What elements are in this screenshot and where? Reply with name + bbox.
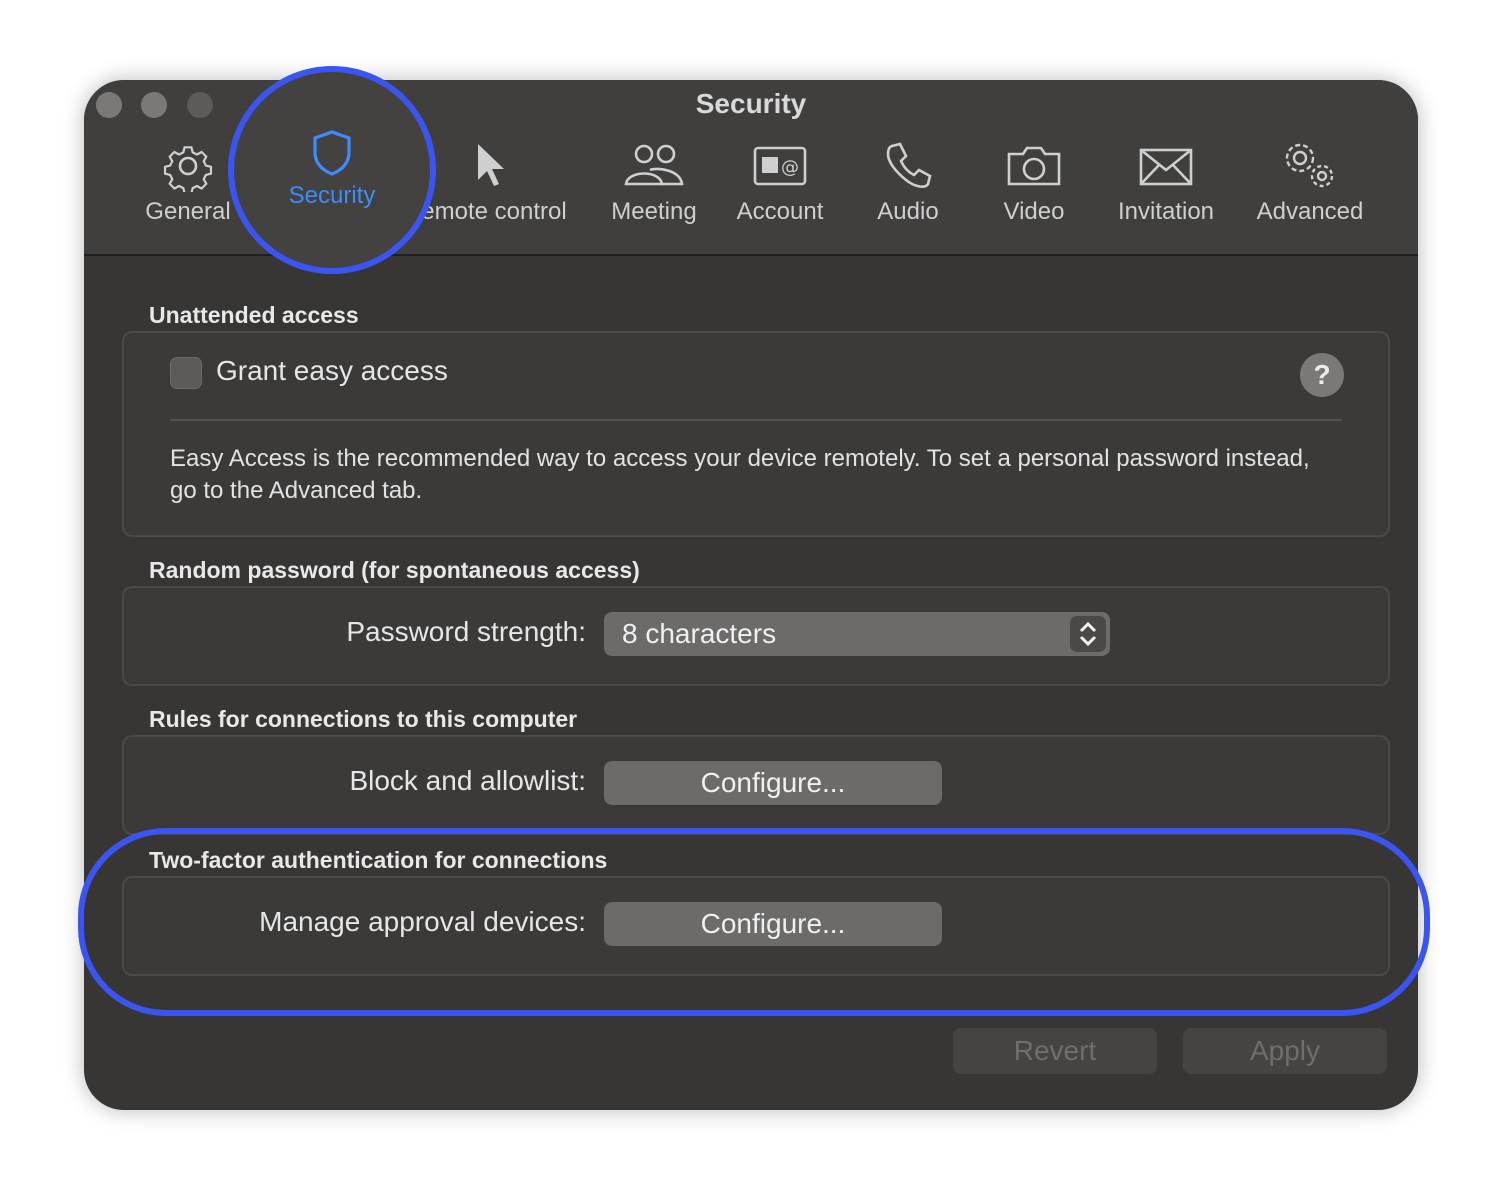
block-allowlist-label: Block and allowlist: bbox=[349, 765, 586, 796]
tab-security-label: Security bbox=[288, 182, 376, 209]
tab-general-label: General bbox=[145, 198, 231, 225]
random-password-group: Password strength: 8 characters bbox=[122, 586, 1390, 686]
password-strength-label: Password strength: bbox=[346, 616, 586, 647]
phone-icon bbox=[886, 142, 932, 188]
apply-button[interactable]: Apply bbox=[1183, 1028, 1387, 1074]
rules-group: Block and allowlist: Configure... bbox=[122, 735, 1390, 835]
password-strength-select[interactable]: 8 characters bbox=[604, 612, 1110, 656]
tab-account[interactable]: @ Account bbox=[730, 140, 830, 240]
contact-card-icon: @ bbox=[753, 146, 807, 186]
tab-advanced[interactable]: Advanced bbox=[1248, 140, 1372, 240]
unattended-access-heading: Unattended access bbox=[149, 302, 359, 328]
divider bbox=[170, 419, 1342, 421]
gears-icon bbox=[1285, 143, 1334, 188]
grant-easy-access-checkbox[interactable] bbox=[170, 357, 202, 389]
tab-audio-label: Audio bbox=[877, 198, 939, 225]
pointer-icon bbox=[478, 144, 504, 186]
rules-heading: Rules for connections to this computer bbox=[149, 706, 578, 732]
people-icon bbox=[624, 144, 684, 186]
two-factor-highlight bbox=[78, 828, 1430, 1016]
chevron-updown-icon bbox=[1070, 616, 1106, 652]
tab-video[interactable]: Video bbox=[984, 140, 1084, 240]
revert-button[interactable]: Revert bbox=[953, 1028, 1157, 1074]
grant-easy-access-label[interactable]: Grant easy access bbox=[216, 355, 448, 387]
password-strength-value: 8 characters bbox=[622, 618, 777, 649]
tab-video-label: Video bbox=[1003, 198, 1065, 225]
block-allowlist-configure-button[interactable]: Configure... bbox=[604, 761, 942, 805]
envelope-icon bbox=[1139, 148, 1193, 186]
tab-audio[interactable]: Audio bbox=[858, 140, 958, 240]
security-tab-highlight[interactable]: Security bbox=[228, 66, 436, 274]
tab-meeting-label: Meeting bbox=[611, 198, 697, 225]
help-button[interactable]: ? bbox=[1300, 353, 1344, 397]
random-password-heading: Random password (for spontaneous access) bbox=[149, 557, 640, 583]
easy-access-description: Easy Access is the recommended way to ac… bbox=[170, 445, 1310, 504]
camera-icon bbox=[1007, 146, 1061, 186]
gear-icon bbox=[163, 146, 213, 192]
tab-remote-control-label: emote control bbox=[421, 198, 567, 225]
tab-meeting[interactable]: Meeting bbox=[604, 140, 704, 240]
tab-advanced-label: Advanced bbox=[1256, 198, 1364, 225]
tab-general[interactable]: General bbox=[140, 140, 236, 240]
tab-invitation-label: Invitation bbox=[1117, 198, 1215, 225]
unattended-access-group: Grant easy access ? Easy Access is the r… bbox=[122, 331, 1390, 537]
shield-icon bbox=[313, 130, 351, 176]
svg-text:@: @ bbox=[781, 157, 799, 178]
tab-invitation[interactable]: Invitation bbox=[1110, 140, 1222, 240]
tab-account-label: Account bbox=[736, 198, 824, 225]
